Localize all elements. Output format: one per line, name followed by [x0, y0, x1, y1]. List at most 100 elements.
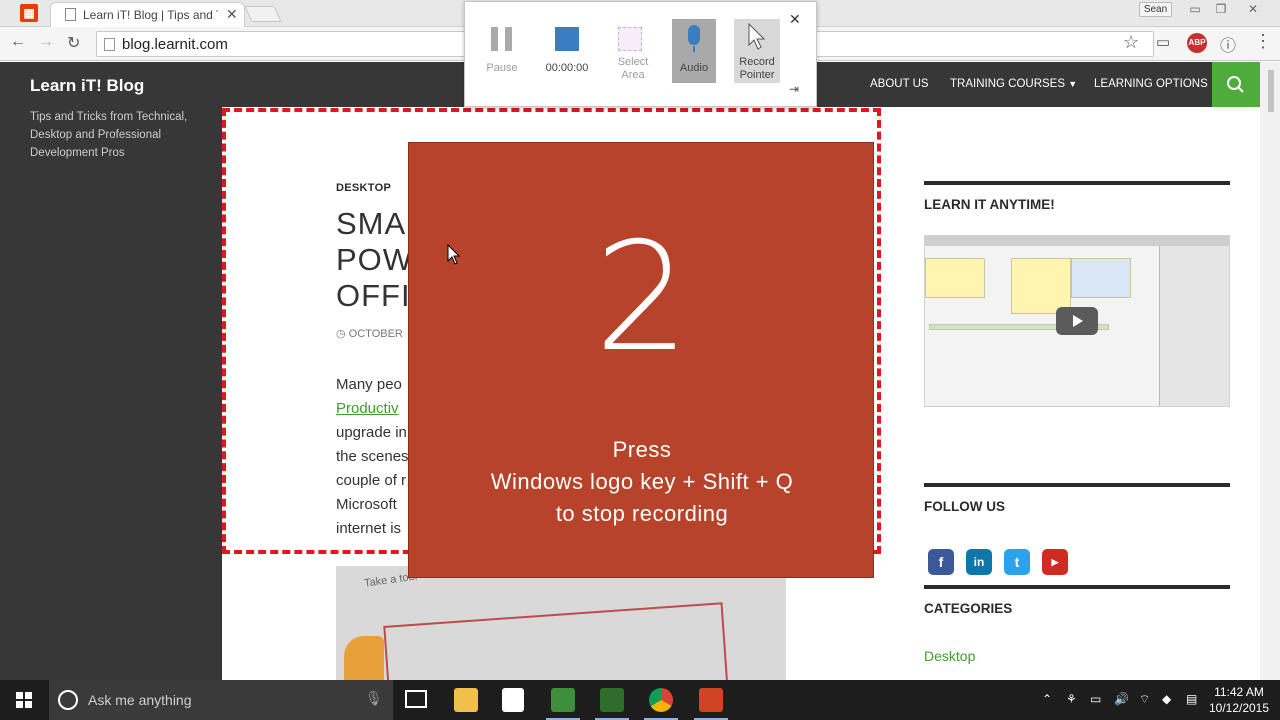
nav-about-us[interactable]: ABOUT US — [870, 78, 929, 90]
stop-button[interactable]: 00:00:00 — [537, 19, 597, 85]
pin-icon[interactable]: ⇥ — [789, 82, 799, 96]
scrollbar-thumb[interactable] — [1268, 70, 1274, 112]
timer-label: 00:00:00 — [545, 62, 589, 74]
volume-icon[interactable]: 🔊 — [1114, 692, 1129, 706]
twitter-icon[interactable]: t — [1004, 549, 1030, 575]
notifications-icon[interactable]: ▤ — [1186, 692, 1197, 706]
taskbar-clock[interactable]: 11:42 AM 10/12/2015 — [1204, 684, 1274, 716]
close-tab-icon[interactable]: ✕ — [226, 6, 238, 23]
file-explorer-icon[interactable] — [454, 688, 478, 712]
microphone-icon[interactable]: 🎙 — [365, 690, 383, 707]
chevron-down-icon: ▼ — [1068, 79, 1078, 89]
search-icon — [1227, 76, 1244, 93]
sidebar-categories-heading: CATEGORIES — [924, 601, 1013, 616]
select-area-icon — [618, 27, 642, 51]
pause-icon — [505, 27, 512, 51]
dropbox-icon[interactable]: ◆ — [1162, 692, 1171, 706]
video-cell — [1011, 258, 1071, 314]
windows-taskbar: Ask me anything 🎙 ⌃ ⚘ ▭ 🔊 ⌔ ◆ ▤ 11:42 AM… — [0, 680, 1280, 720]
site-sidebar-left: Learn iT! Blog Tips and Tricks from Tech… — [0, 62, 222, 680]
nav-training-courses[interactable]: TRAINING COURSES ▼ — [950, 78, 1077, 90]
screen-recorder-toolbar: Pause 00:00:00 Select Area Audio Record … — [464, 1, 817, 107]
site-tagline: Tips and Tricks from Technical, Desktop … — [30, 111, 188, 159]
office-app-icon[interactable]: ▦ — [20, 4, 38, 22]
record-pointer-label: Record Pointer — [739, 56, 775, 81]
category-link-desktop[interactable]: Desktop — [924, 648, 975, 664]
site-brand[interactable]: Learn iT! Blog — [30, 76, 144, 96]
play-icon[interactable] — [1056, 307, 1098, 335]
microphone-stand — [693, 46, 695, 52]
video-cell — [1071, 258, 1131, 298]
clock-date: 10/12/2015 — [1208, 701, 1270, 715]
countdown-line: Windows logo key + Shift + Q — [490, 469, 794, 494]
countdown-number: 2 — [594, 211, 690, 385]
audio-label: Audio — [679, 62, 709, 74]
forward-icon[interactable]: → — [38, 33, 54, 51]
wifi-icon[interactable]: ⌔ — [1139, 692, 1150, 707]
sidebar-divider — [924, 181, 1230, 185]
new-tab-button[interactable] — [244, 6, 282, 22]
browser-tab[interactable]: Learn iT! Blog | Tips and Tricks ✕ — [50, 2, 245, 27]
menu-icon[interactable]: ⋮ — [1254, 31, 1272, 52]
cortana-placeholder: Ask me anything — [88, 692, 192, 708]
tab-title: Learn iT! Blog | Tips and Tricks — [83, 8, 218, 22]
countdown-line: Press — [612, 437, 672, 462]
record-pointer-button[interactable]: Record Pointer — [734, 19, 780, 83]
store-icon[interactable] — [502, 688, 524, 712]
minimize-icon[interactable]: ▭ — [1182, 0, 1208, 18]
sidebar-divider — [924, 483, 1230, 487]
camtasia-recorder-icon[interactable] — [600, 688, 624, 712]
task-view-icon[interactable] — [405, 690, 427, 708]
url-text: blog.learnit.com — [122, 36, 228, 53]
pause-label: Pause — [486, 62, 518, 74]
stop-icon — [555, 27, 579, 51]
profile-button[interactable]: Sean — [1139, 2, 1172, 17]
select-area-button[interactable]: Select Area — [603, 19, 663, 85]
pointer-icon — [748, 23, 766, 50]
sidebar-follow-heading: FOLLOW US — [924, 499, 1005, 514]
nav-training-courses-label: TRAINING COURSES — [950, 78, 1066, 90]
select-area-label: Select Area — [617, 56, 649, 81]
nav-learning-options[interactable]: LEARNING OPTIONS — [1094, 78, 1208, 90]
sidebar-divider — [924, 585, 1230, 589]
extension-icon[interactable]: ⓘ — [1220, 32, 1236, 56]
battery-icon[interactable]: ▭ — [1090, 692, 1101, 706]
sidebar-learn-heading: LEARN IT ANYTIME! — [924, 197, 1055, 212]
pause-icon — [491, 27, 498, 51]
audio-button[interactable]: Audio — [672, 19, 716, 83]
close-window-icon[interactable]: ✕ — [1240, 0, 1266, 18]
video-toolbar-strip — [925, 236, 1229, 246]
back-icon[interactable]: ← — [10, 33, 26, 51]
windows-start-icon[interactable] — [16, 692, 32, 708]
camtasia-icon[interactable] — [551, 688, 575, 712]
close-icon[interactable]: ✕ — [789, 11, 801, 28]
powerpoint-icon[interactable] — [699, 688, 723, 712]
page-scrollbar[interactable] — [1260, 62, 1280, 680]
video-cell — [925, 258, 985, 298]
article-image: Take a tour — [336, 566, 786, 680]
restore-icon[interactable]: ❐ — [1208, 0, 1234, 18]
countdown-overlay: 2 Press Windows logo key + Shift + Q to … — [408, 142, 874, 578]
clock-time: 11:42 AM — [1214, 685, 1264, 699]
cortana-icon — [58, 690, 78, 710]
adblock-icon[interactable]: ABP — [1187, 33, 1207, 53]
facebook-icon[interactable]: f — [928, 549, 954, 575]
site-search-button[interactable] — [1212, 62, 1260, 107]
microphone-icon — [688, 25, 700, 45]
page-info-icon[interactable] — [104, 38, 115, 51]
image-window-frame — [383, 602, 729, 680]
cast-icon[interactable]: ▭ — [1156, 33, 1170, 51]
show-hidden-icons-icon[interactable]: ⌃ — [1042, 692, 1052, 706]
linkedin-icon[interactable]: in — [966, 549, 992, 575]
cortana-search-box[interactable]: Ask me anything 🎙 — [49, 680, 393, 720]
chrome-icon[interactable] — [649, 688, 673, 712]
video-side-panel — [1159, 246, 1229, 406]
bookmark-star-icon[interactable]: ☆ — [1123, 32, 1139, 53]
youtube-icon[interactable]: ▶ — [1042, 549, 1068, 575]
pause-button[interactable]: Pause — [472, 19, 532, 85]
video-thumbnail[interactable] — [924, 235, 1230, 407]
network-share-icon[interactable]: ⚘ — [1066, 692, 1077, 706]
mouse-cursor-icon — [447, 244, 461, 265]
page-icon — [65, 8, 76, 21]
reload-icon[interactable]: ↻ — [67, 33, 80, 53]
